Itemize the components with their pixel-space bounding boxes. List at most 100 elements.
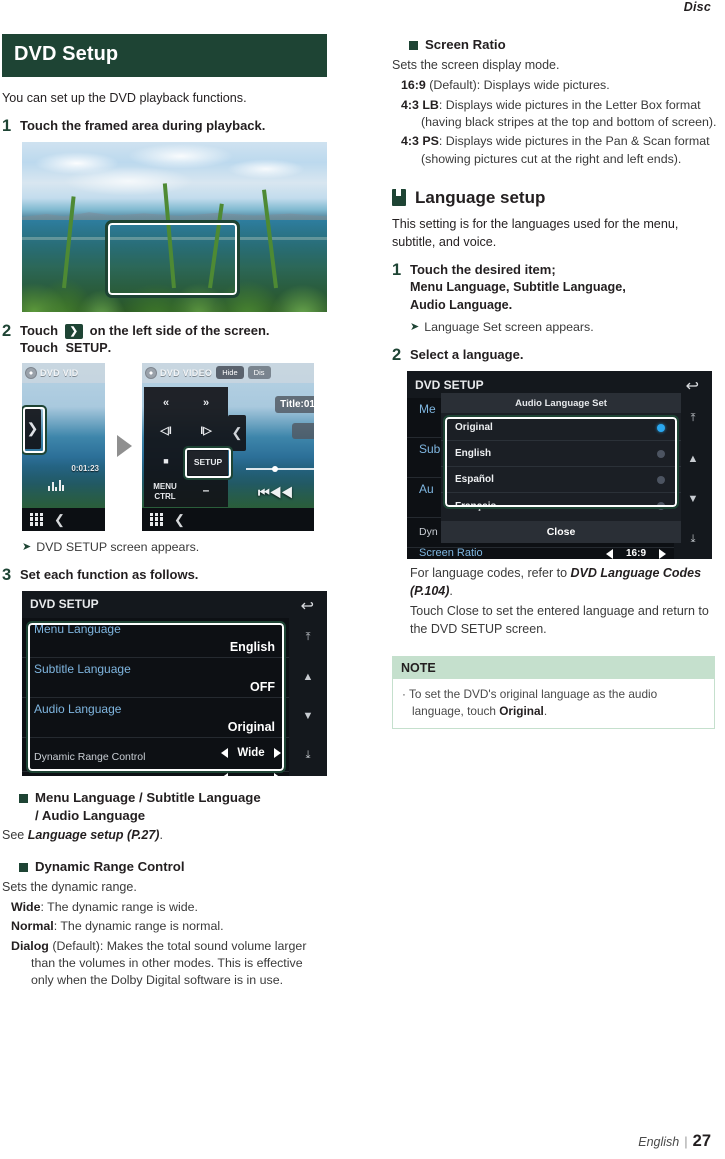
screen-ratio-description: Sets the screen display mode.: [392, 57, 560, 72]
equalizer-icon: [48, 479, 64, 491]
drc-term: Normal: [11, 919, 54, 934]
lang-step-1-result-text: Language Set screen appears.: [424, 320, 594, 335]
book-icon: [392, 189, 406, 207]
device-screen-after: DVD VIDEO Hide Dis « » ◁I I▷ ❮ ■ SETUP M…: [142, 362, 314, 531]
subhead-line1: Menu Language / Subtitle Language: [35, 789, 261, 805]
setup-row-screen-ratio-partial[interactable]: [22, 772, 289, 776]
setup-row-list: Menu Language English Subtitle Language …: [22, 618, 289, 776]
drc-description: Sets the dynamic range.: [2, 879, 137, 894]
chevron-left-icon[interactable]: ❮: [54, 513, 65, 526]
fast-forward-button[interactable]: »: [188, 393, 224, 415]
chevron-left-icon[interactable]: ❮: [174, 513, 185, 526]
key-audio-language: Audio Language: [410, 297, 509, 312]
drc-item-wide: Wide: The dynamic range is wide.: [11, 899, 327, 916]
right-column: Screen Ratio Sets the screen display mod…: [392, 36, 717, 729]
scroll-down-icon[interactable]: ▼: [303, 710, 314, 722]
previous-frame-button[interactable]: ◁I: [148, 421, 184, 443]
subhead-drc-label: Dynamic Range Control: [35, 858, 185, 874]
device-source-label: DVD VID: [40, 367, 79, 378]
setup-scroll-controls[interactable]: ⤒ ▲ ▼ ⤓: [289, 617, 327, 776]
hide-button[interactable]: Hide: [216, 366, 244, 380]
row-stepper[interactable]: 16:9: [606, 548, 666, 559]
setup-row-menu-language[interactable]: Menu Language English: [22, 618, 289, 658]
note-body: · To set the DVD's original language as …: [393, 679, 714, 728]
device-top-bar: DVD VIDEO Hide Dis: [142, 362, 314, 383]
device-screen-before: DVD VID ❯ 0:01:23 ❮: [22, 362, 105, 531]
ratio-term: 4:3 PS: [401, 134, 439, 149]
lang-codes-prefix: For language codes, refer to: [410, 566, 571, 581]
ratio-item-4-3-ps: 4:3 PS: Displays wide pictures in the Pa…: [401, 133, 717, 168]
note-box: NOTE · To set the DVD's original languag…: [392, 656, 715, 729]
dialog-options-highlight: [443, 415, 679, 510]
stepper-right-icon[interactable]: [274, 747, 281, 758]
section-head-language-setup: Language setup: [392, 188, 717, 208]
menu-ctrl-button[interactable]: MENU CTRL: [146, 479, 184, 505]
back-icon[interactable]: ↩: [301, 596, 314, 616]
disc-pill[interactable]: Dis: [247, 366, 271, 380]
title-chip: Title:01: [275, 395, 314, 413]
scroll-bottom-icon[interactable]: ⤓: [691, 533, 696, 546]
disc-icon: [145, 366, 157, 379]
row-label: Sub: [419, 442, 441, 457]
step-1-text: Touch the framed area during playback.: [20, 117, 266, 133]
setup-row-dynamic-range-control[interactable]: Dynamic Range Control Wide: [22, 738, 289, 772]
step-2: 2 Touch ❯ on the left side of the screen…: [2, 322, 327, 357]
scroll-up-icon[interactable]: ▲: [688, 453, 699, 465]
scroll-top-icon[interactable]: ⤒: [691, 412, 696, 425]
stepper-value: Wide: [237, 746, 265, 759]
key-menu-language: Menu Language: [410, 279, 506, 294]
row-label: Me: [419, 402, 436, 417]
flow-arrow-icon: [117, 434, 132, 457]
seek-thumb[interactable]: [272, 465, 278, 472]
ratio-text: : Displays wide pictures in the Pan & Sc…: [421, 134, 710, 166]
device-bottom-bar: ❮: [142, 507, 314, 531]
scroll-up-icon[interactable]: ▲: [303, 671, 314, 683]
row-value: Original: [227, 719, 275, 734]
stop-button[interactable]: ■: [148, 451, 184, 473]
xref-language-setup[interactable]: Language setup (P.27): [28, 828, 160, 842]
manual-page: Disc DVD Setup You can set up the DVD pl…: [0, 0, 725, 1159]
ratio-text: (Default): Displays wide pictures.: [425, 78, 610, 93]
stepper-right-icon[interactable]: [274, 772, 281, 776]
apps-grid-icon[interactable]: [30, 512, 43, 526]
chevron-right-icon: ❯: [64, 323, 84, 340]
dialog-close-button[interactable]: Close: [441, 521, 681, 544]
screen-ratio-definition-list: 16:9 (Default): Displays wide pictures. …: [401, 77, 717, 168]
stepper-left-icon[interactable]: [221, 772, 228, 776]
back-icon[interactable]: ↩: [686, 376, 699, 396]
extra-chip[interactable]: [292, 422, 314, 439]
result-arrow-icon: ➤: [410, 321, 420, 334]
apps-grid-icon[interactable]: [150, 512, 163, 526]
stepper-right-icon[interactable]: [659, 548, 666, 559]
lang-step-1-line1: Touch the desired item;: [410, 261, 556, 277]
scroll-down-icon[interactable]: ▼: [688, 493, 699, 505]
page-footer: English | 27: [638, 1132, 711, 1151]
seek-bar[interactable]: [246, 467, 314, 470]
next-frame-button[interactable]: I▷: [188, 421, 224, 443]
scroll-bottom-icon[interactable]: ⤓: [306, 749, 311, 762]
rewind-button[interactable]: «: [148, 393, 184, 415]
lang-step-1: 1 Touch the desired item; Menu Language,…: [392, 261, 717, 313]
stepper-left-icon[interactable]: [221, 747, 228, 758]
lang-step-2-text: Select a language.: [410, 347, 524, 363]
minus-button[interactable]: –: [188, 479, 224, 503]
previous-track-icon[interactable]: ⏮◀◀: [258, 485, 293, 501]
device-top-bar: DVD VID: [22, 362, 105, 383]
setup-row-audio-language[interactable]: Audio Language Original: [22, 698, 289, 738]
collapse-chevron-icon[interactable]: ❮: [230, 419, 244, 447]
setup-row-screen-ratio: Screen Ratio 16:9: [407, 547, 674, 560]
step-2-line2-prefix: Touch: [20, 340, 59, 356]
row-stepper[interactable]: Wide: [221, 747, 281, 759]
note-bullet: ·: [402, 687, 406, 702]
side-button-highlight: [22, 404, 47, 455]
photo-sky: [22, 141, 327, 214]
row-label: Screen Ratio: [419, 547, 483, 560]
setup-row-subtitle-language[interactable]: Subtitle Language OFF: [22, 658, 289, 698]
audio-language-set-screenshot: DVD SETUP ↩ Me Sub Au Dyn Screen Ratio 1…: [407, 371, 712, 560]
stepper-left-icon[interactable]: [606, 548, 613, 559]
ratio-item-4-3-lb: 4:3 LB: Displays wide pictures in the Le…: [401, 97, 717, 132]
setup-button-highlight: [183, 445, 233, 480]
scroll-top-icon[interactable]: ⤒: [306, 631, 311, 644]
setup-screen-title: DVD SETUP: [22, 590, 327, 618]
row-stepper[interactable]: [221, 772, 281, 776]
